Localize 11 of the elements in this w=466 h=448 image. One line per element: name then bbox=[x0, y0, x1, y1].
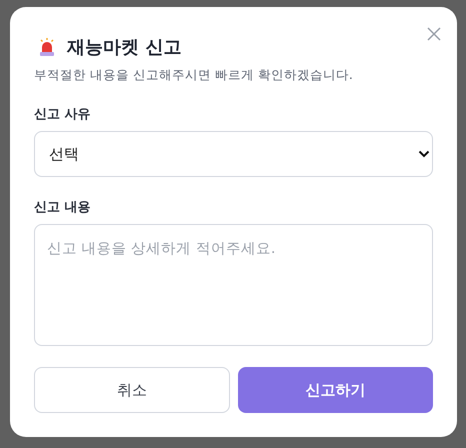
dialog-title: 재능마켓 신고 bbox=[67, 36, 182, 59]
close-icon[interactable] bbox=[427, 27, 441, 41]
field-label: 신고 내용 bbox=[34, 199, 91, 216]
submit-button[interactable]: 신고하기 bbox=[238, 367, 433, 413]
reason-select[interactable]: 선택 bbox=[34, 131, 433, 177]
dialog-subtitle: 부적절한 내용을 신고해주시면 빠르게 확인하겠습니다. bbox=[34, 67, 354, 84]
siren-icon bbox=[37, 37, 57, 57]
field-label: 신고 사유 bbox=[34, 106, 91, 123]
chevron-down-icon bbox=[418, 150, 430, 158]
cancel-button[interactable]: 취소 bbox=[34, 367, 230, 413]
details-field[interactable]: 신고 내용을 상세하게 적어주세요. bbox=[34, 224, 433, 346]
